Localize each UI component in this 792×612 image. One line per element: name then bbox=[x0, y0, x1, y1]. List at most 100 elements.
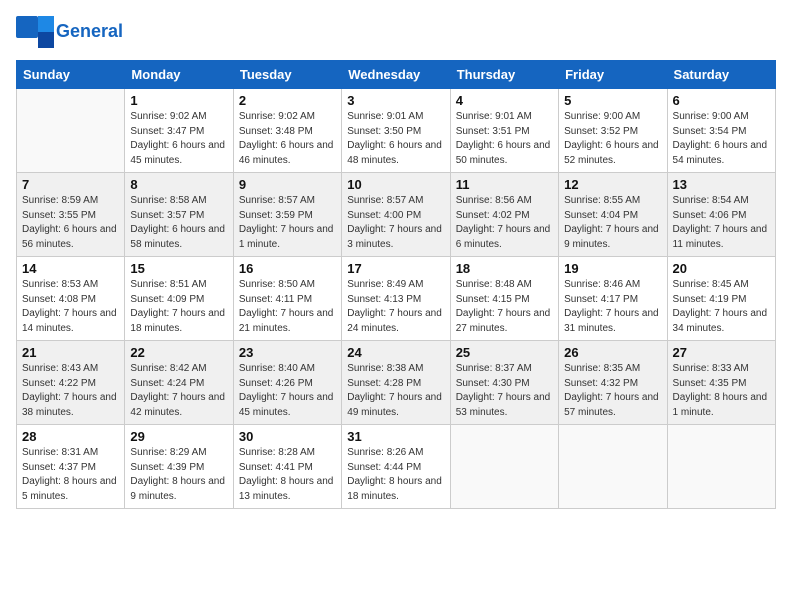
calendar-week-row: 7 Sunrise: 8:59 AMSunset: 3:55 PMDaylight… bbox=[17, 173, 776, 257]
calendar-cell bbox=[450, 425, 558, 509]
day-header-tuesday: Tuesday bbox=[233, 61, 341, 89]
day-number: 5 bbox=[564, 93, 661, 108]
day-info: Sunrise: 8:55 AMSunset: 4:04 PMDaylight:… bbox=[564, 194, 661, 252]
day-info: Sunrise: 8:29 AMSunset: 4:39 PMDaylight:… bbox=[130, 446, 227, 504]
day-number: 8 bbox=[130, 177, 227, 192]
day-info: Sunrise: 8:40 AMSunset: 4:26 PMDaylight:… bbox=[239, 362, 336, 420]
calendar-table: SundayMondayTuesdayWednesdayThursdayFrid… bbox=[16, 60, 776, 509]
calendar-cell: 15Sunrise: 8:51 AMSunset: 4:09 PMDayligh… bbox=[125, 257, 233, 341]
calendar-week-row: 21Sunrise: 8:43 AMSunset: 4:22 PMDayligh… bbox=[17, 341, 776, 425]
day-info: Sunrise: 8:33 AMSunset: 4:35 PMDaylight:… bbox=[673, 362, 770, 420]
day-info: Sunrise: 9:00 AMSunset: 3:52 PMDaylight:… bbox=[564, 110, 661, 168]
day-info: Sunrise: 8:46 AMSunset: 4:17 PMDaylight:… bbox=[564, 278, 661, 336]
day-number: 12 bbox=[564, 177, 661, 192]
day-info: Sunrise: 8:57 AMSunset: 3:59 PMDaylight:… bbox=[239, 194, 336, 252]
day-info: Sunrise: 8:49 AMSunset: 4:13 PMDaylight:… bbox=[347, 278, 444, 336]
calendar-cell: 22 Sunrise: 8:42 AMSunset: 4:24 PMDayligh… bbox=[125, 341, 233, 425]
calendar-cell: 10 Sunrise: 8:57 AMSunset: 4:00 PMDayligh… bbox=[342, 173, 450, 257]
day-info: Sunrise: 9:02 AMSunset: 3:48 PMDaylight:… bbox=[239, 110, 336, 168]
day-header-monday: Monday bbox=[125, 61, 233, 89]
calendar-cell: 29 Sunrise: 8:29 AMSunset: 4:39 PMDayligh… bbox=[125, 425, 233, 509]
calendar-cell: 28 Sunrise: 8:31 AMSunset: 4:37 PMDayligh… bbox=[17, 425, 125, 509]
day-info: Sunrise: 8:59 AMSunset: 3:55 PMDaylight:… bbox=[22, 194, 119, 252]
calendar-cell: 4 Sunrise: 9:01 AMSunset: 3:51 PMDaylight… bbox=[450, 89, 558, 173]
day-header-friday: Friday bbox=[559, 61, 667, 89]
calendar-cell: 13Sunrise: 8:54 AMSunset: 4:06 PMDayligh… bbox=[667, 173, 775, 257]
logo-icon bbox=[16, 16, 54, 48]
day-number: 6 bbox=[673, 93, 770, 108]
day-number: 28 bbox=[22, 429, 119, 444]
calendar-cell: 21Sunrise: 8:43 AMSunset: 4:22 PMDayligh… bbox=[17, 341, 125, 425]
day-number: 3 bbox=[347, 93, 444, 108]
day-info: Sunrise: 9:00 AMSunset: 3:54 PMDaylight:… bbox=[673, 110, 770, 168]
calendar-cell: 8 Sunrise: 8:58 AMSunset: 3:57 PMDaylight… bbox=[125, 173, 233, 257]
calendar-cell: 7 Sunrise: 8:59 AMSunset: 3:55 PMDaylight… bbox=[17, 173, 125, 257]
calendar-cell bbox=[559, 425, 667, 509]
day-header-thursday: Thursday bbox=[450, 61, 558, 89]
day-header-wednesday: Wednesday bbox=[342, 61, 450, 89]
calendar-cell: 23 Sunrise: 8:40 AMSunset: 4:26 PMDayligh… bbox=[233, 341, 341, 425]
day-info: Sunrise: 8:51 AMSunset: 4:09 PMDaylight:… bbox=[130, 278, 227, 336]
day-number: 10 bbox=[347, 177, 444, 192]
day-number: 22 bbox=[130, 345, 227, 360]
day-header-saturday: Saturday bbox=[667, 61, 775, 89]
calendar-cell: 31Sunrise: 8:26 AMSunset: 4:44 PMDayligh… bbox=[342, 425, 450, 509]
day-info: Sunrise: 8:42 AMSunset: 4:24 PMDaylight:… bbox=[130, 362, 227, 420]
calendar-week-row: 1Sunrise: 9:02 AMSunset: 3:47 PMDaylight… bbox=[17, 89, 776, 173]
day-number: 27 bbox=[673, 345, 770, 360]
day-info: Sunrise: 8:53 AMSunset: 4:08 PMDaylight:… bbox=[22, 278, 119, 336]
day-number: 4 bbox=[456, 93, 553, 108]
day-info: Sunrise: 8:48 AMSunset: 4:15 PMDaylight:… bbox=[456, 278, 553, 336]
calendar-cell: 26 Sunrise: 8:35 AMSunset: 4:32 PMDayligh… bbox=[559, 341, 667, 425]
calendar-cell: 6 Sunrise: 9:00 AMSunset: 3:54 PMDaylight… bbox=[667, 89, 775, 173]
calendar-cell: 9 Sunrise: 8:57 AMSunset: 3:59 PMDaylight… bbox=[233, 173, 341, 257]
day-number: 26 bbox=[564, 345, 661, 360]
day-info: Sunrise: 8:28 AMSunset: 4:41 PMDaylight:… bbox=[239, 446, 336, 504]
day-info: Sunrise: 9:02 AMSunset: 3:47 PMDaylight:… bbox=[130, 110, 227, 168]
day-number: 9 bbox=[239, 177, 336, 192]
calendar-cell: 25Sunrise: 8:37 AMSunset: 4:30 PMDayligh… bbox=[450, 341, 558, 425]
calendar-cell: 27 Sunrise: 8:33 AMSunset: 4:35 PMDayligh… bbox=[667, 341, 775, 425]
day-number: 11 bbox=[456, 177, 553, 192]
calendar-cell: 14Sunrise: 8:53 AMSunset: 4:08 PMDayligh… bbox=[17, 257, 125, 341]
day-info: Sunrise: 8:57 AMSunset: 4:00 PMDaylight:… bbox=[347, 194, 444, 252]
day-number: 30 bbox=[239, 429, 336, 444]
calendar-week-row: 14Sunrise: 8:53 AMSunset: 4:08 PMDayligh… bbox=[17, 257, 776, 341]
day-info: Sunrise: 8:35 AMSunset: 4:32 PMDaylight:… bbox=[564, 362, 661, 420]
calendar-cell: 19Sunrise: 8:46 AMSunset: 4:17 PMDayligh… bbox=[559, 257, 667, 341]
day-number: 7 bbox=[22, 177, 119, 192]
day-info: Sunrise: 8:50 AMSunset: 4:11 PMDaylight:… bbox=[239, 278, 336, 336]
day-number: 18 bbox=[456, 261, 553, 276]
day-info: Sunrise: 8:37 AMSunset: 4:30 PMDaylight:… bbox=[456, 362, 553, 420]
calendar-cell: 1Sunrise: 9:02 AMSunset: 3:47 PMDaylight… bbox=[125, 89, 233, 173]
day-number: 2 bbox=[239, 93, 336, 108]
day-info: Sunrise: 8:43 AMSunset: 4:22 PMDaylight:… bbox=[22, 362, 119, 420]
logo-general-text: General bbox=[56, 22, 123, 42]
day-number: 24 bbox=[347, 345, 444, 360]
day-number: 20 bbox=[673, 261, 770, 276]
calendar-cell: 5 Sunrise: 9:00 AMSunset: 3:52 PMDaylight… bbox=[559, 89, 667, 173]
day-number: 29 bbox=[130, 429, 227, 444]
day-info: Sunrise: 8:31 AMSunset: 4:37 PMDaylight:… bbox=[22, 446, 119, 504]
calendar-cell: 16Sunrise: 8:50 AMSunset: 4:11 PMDayligh… bbox=[233, 257, 341, 341]
day-number: 17 bbox=[347, 261, 444, 276]
calendar-cell bbox=[667, 425, 775, 509]
day-info: Sunrise: 8:45 AMSunset: 4:19 PMDaylight:… bbox=[673, 278, 770, 336]
day-header-sunday: Sunday bbox=[17, 61, 125, 89]
calendar-cell: 30 Sunrise: 8:28 AMSunset: 4:41 PMDayligh… bbox=[233, 425, 341, 509]
day-number: 31 bbox=[347, 429, 444, 444]
day-number: 23 bbox=[239, 345, 336, 360]
day-info: Sunrise: 8:56 AMSunset: 4:02 PMDaylight:… bbox=[456, 194, 553, 252]
day-info: Sunrise: 8:54 AMSunset: 4:06 PMDaylight:… bbox=[673, 194, 770, 252]
day-info: Sunrise: 9:01 AMSunset: 3:51 PMDaylight:… bbox=[456, 110, 553, 168]
logo: General bbox=[16, 16, 123, 48]
calendar-cell: 11 Sunrise: 8:56 AMSunset: 4:02 PMDayligh… bbox=[450, 173, 558, 257]
calendar-cell: 3Sunrise: 9:01 AMSunset: 3:50 PMDaylight… bbox=[342, 89, 450, 173]
calendar-cell: 24 Sunrise: 8:38 AMSunset: 4:28 PMDayligh… bbox=[342, 341, 450, 425]
calendar-header-row: SundayMondayTuesdayWednesdayThursdayFrid… bbox=[17, 61, 776, 89]
calendar-cell: 2 Sunrise: 9:02 AMSunset: 3:48 PMDaylight… bbox=[233, 89, 341, 173]
calendar-cell: 20 Sunrise: 8:45 AMSunset: 4:19 PMDayligh… bbox=[667, 257, 775, 341]
calendar-cell: 12 Sunrise: 8:55 AMSunset: 4:04 PMDayligh… bbox=[559, 173, 667, 257]
day-info: Sunrise: 8:58 AMSunset: 3:57 PMDaylight:… bbox=[130, 194, 227, 252]
day-info: Sunrise: 8:38 AMSunset: 4:28 PMDaylight:… bbox=[347, 362, 444, 420]
